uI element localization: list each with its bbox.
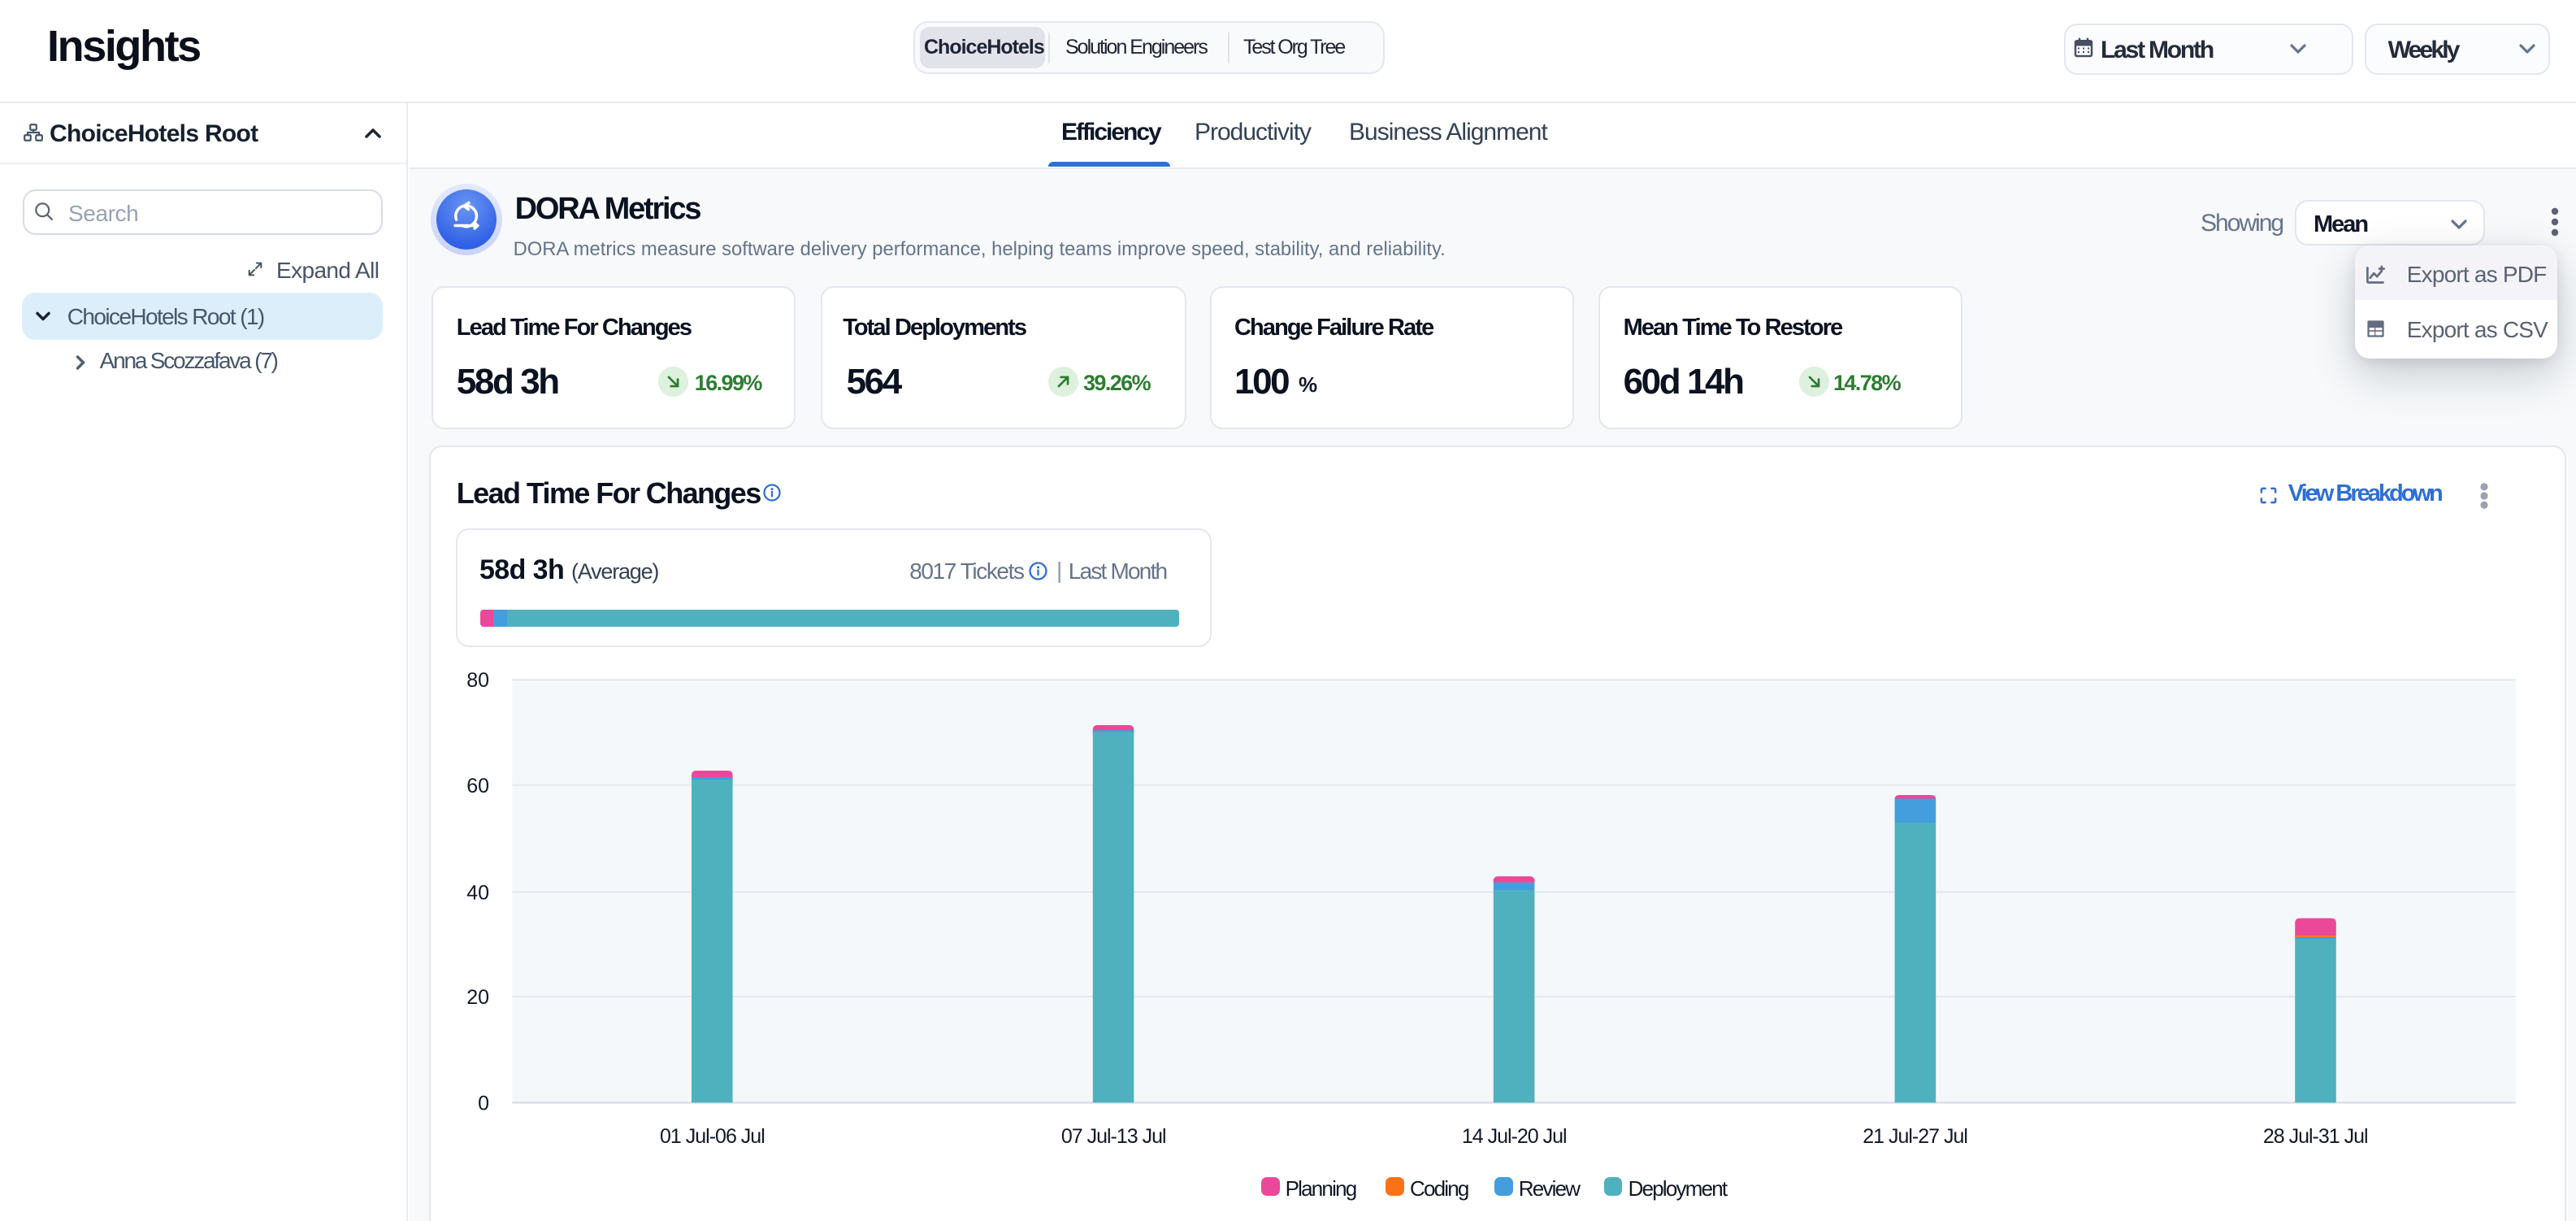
svg-text:21 Jul-27 Jul: 21 Jul-27 Jul xyxy=(1863,1125,1967,1148)
svg-text:20: 20 xyxy=(466,986,489,1009)
svg-text:40: 40 xyxy=(466,881,489,904)
svg-text:01 Jul-06 Jul: 01 Jul-06 Jul xyxy=(660,1125,765,1148)
svg-text:07 Jul-13 Jul: 07 Jul-13 Jul xyxy=(1061,1125,1166,1148)
svg-text:28 Jul-31 Jul: 28 Jul-31 Jul xyxy=(2263,1125,2368,1148)
svg-text:14 Jul-20 Jul: 14 Jul-20 Jul xyxy=(1462,1125,1567,1148)
svg-text:80: 80 xyxy=(466,669,489,692)
svg-text:0: 0 xyxy=(478,1092,489,1115)
svg-text:60: 60 xyxy=(466,775,489,797)
